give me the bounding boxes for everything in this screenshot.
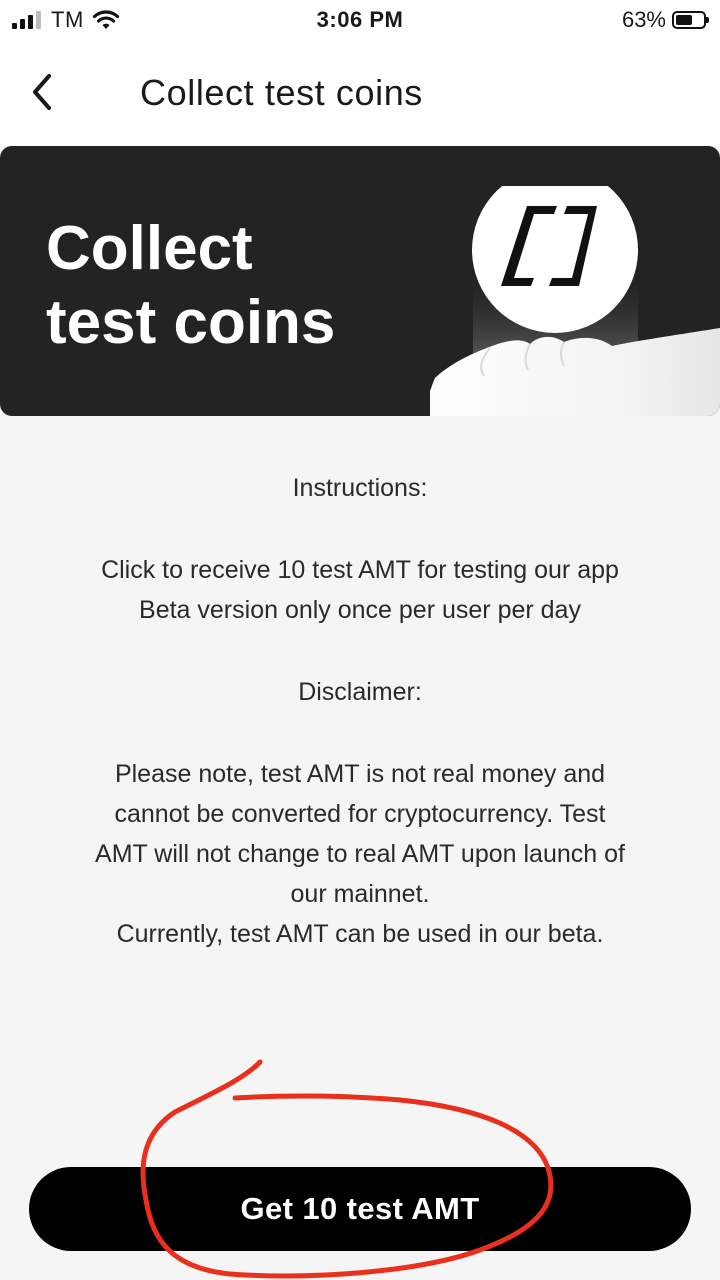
instructions-section: Instructions: Click to receive 10 test A… [40, 468, 680, 954]
instructions-line: Click to receive 10 test AMT for testing… [101, 556, 619, 584]
chevron-left-icon [33, 74, 51, 110]
instructions-line: Beta version only once per user per day [139, 596, 581, 624]
disclaimer-line: Please note, test AMT is not real money … [114, 760, 606, 788]
battery-nub [706, 17, 709, 23]
battery-fill [676, 15, 692, 25]
get-test-amt-button[interactable]: Get 10 test AMT [29, 1167, 691, 1251]
hero-title: Collect test coins [46, 214, 336, 357]
hand-holding-coin-icon [430, 186, 720, 416]
disclaimer-line: our mainnet. [290, 880, 430, 908]
nav-header: Collect test coins [0, 40, 720, 146]
disclaimer-line: AMT will not change to real AMT upon lau… [95, 840, 625, 868]
instructions-heading: Instructions: [292, 474, 428, 502]
battery-percent: 63% [621, 7, 666, 32]
page-title: Collect test coins [140, 72, 423, 113]
status-time: 3:06 PM [316, 7, 404, 32]
hero-banner: Collect test coins [0, 146, 720, 416]
battery-icon [672, 11, 709, 29]
disclaimer-line: cannot be converted for cryptocurrency. … [114, 800, 606, 828]
back-button[interactable] [20, 66, 64, 118]
disclaimer-line: Currently, test AMT can be used in our b… [116, 920, 604, 948]
disclaimer-heading: Disclaimer: [298, 678, 422, 706]
status-right: 63% [621, 6, 709, 34]
status-bar: TM 3:06 PM 63% [0, 0, 720, 40]
